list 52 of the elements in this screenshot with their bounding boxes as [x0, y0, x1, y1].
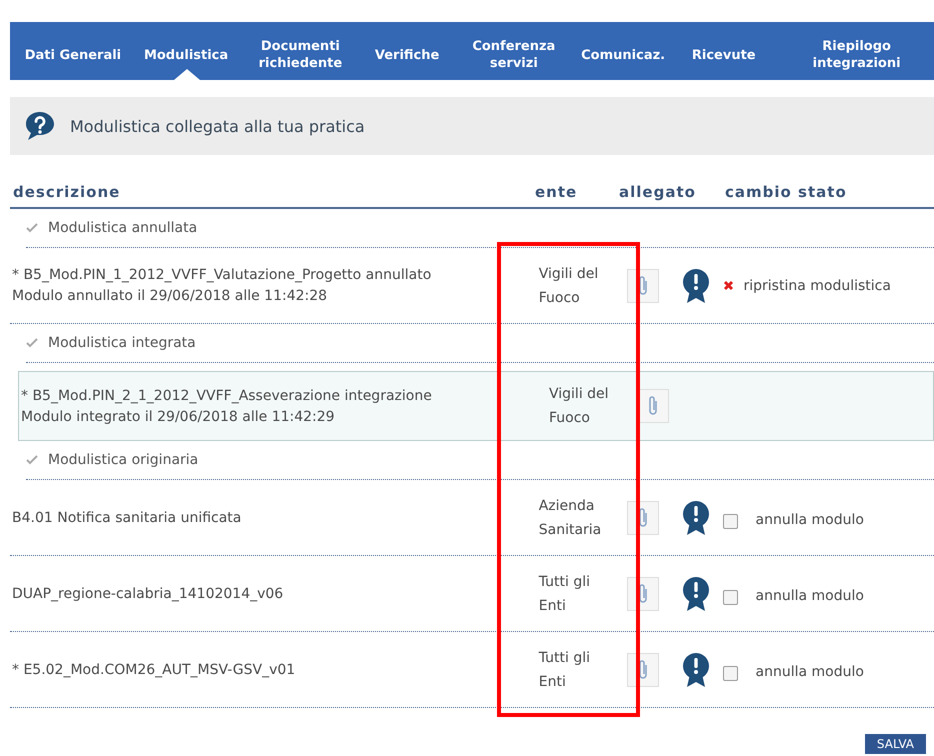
ente-text: Azienda Sanitaria — [538, 496, 602, 540]
tab[interactable]: Dati Generali — [22, 22, 124, 80]
description-text: * B5_Mod.PIN_2_1_2012_VVFF_Asseverazione integrazione — [21, 388, 433, 404]
attachment-button[interactable] — [637, 389, 669, 423]
close-icon[interactable] — [722, 280, 734, 291]
check-icon — [26, 455, 38, 465]
check-icon — [26, 338, 38, 348]
description-text: Modulo integrato il 29/06/2018 alle 11:42:29 — [21, 408, 336, 424]
checkbox-label: annulla modulo — [756, 588, 864, 604]
group-title: Modulistica annullata — [48, 220, 198, 236]
column-header: ente — [534, 183, 578, 201]
ente-text: Vigili del Fuoco — [538, 264, 600, 308]
restore-link[interactable]: ripristina modulistica — [744, 278, 891, 294]
table-row[interactable]: * E5.02_Mod.COM26_AUT_MSV-GSV_v01 Tutti gli Enti annulla modulo — [10, 632, 934, 708]
column-header: allegato — [618, 183, 697, 201]
pointer-icon — [174, 69, 200, 80]
tab[interactable]: Verifiche — [372, 22, 442, 80]
column-header: descrizione — [12, 183, 122, 201]
group-title: Modulistica originaria — [48, 452, 198, 468]
checkbox[interactable] — [722, 666, 738, 681]
table-row[interactable]: DUAP_regione-calabria_14102014_v06 Tutti gli Enti annulla modulo — [10, 556, 934, 632]
table-row[interactable]: * B5_Mod.PIN_2_1_2012_VVFF_Asseverazione integrazione Modulo integrato il 29/06/2018 alle 11:42:29 Vigili del Fuoco — [18, 371, 934, 441]
table-row[interactable]: B4.01 Notifica sanitaria unificata Azienda Sanitaria annulla modulo — [10, 480, 934, 556]
ribbon-icon[interactable] — [680, 576, 711, 612]
ente-text: Vigili del Fuoco — [548, 385, 610, 428]
checkbox-label: annulla modulo — [756, 664, 864, 680]
description-text: * E5.02_Mod.COM26_AUT_MSV-GSV_v01 — [12, 662, 296, 678]
save-button[interactable]: SALVA — [864, 734, 926, 754]
check-icon — [26, 223, 38, 233]
tab[interactable]: Comunicaz. — [578, 22, 668, 80]
description-text: DUAP_regione-calabria_14102014_v06 — [12, 586, 284, 602]
tab[interactable]: Documenti richiedente — [254, 22, 347, 80]
ribbon-icon[interactable] — [680, 268, 711, 304]
paperclip-icon — [646, 395, 660, 417]
checkbox-label: annulla modulo — [756, 512, 864, 528]
ente-text: Tutti gli Enti — [538, 648, 592, 692]
ribbon-icon[interactable] — [680, 500, 711, 536]
info-text: Modulistica collegata alla tua pratica — [70, 116, 365, 136]
description-text: Modulo annullato il 29/06/2018 alle 11:42:28 — [12, 288, 328, 304]
group-title: Modulistica integrata — [48, 335, 196, 351]
ente-text: Tutti gli Enti — [538, 572, 592, 616]
table-row[interactable]: * B5_Mod.PIN_1_2012_VVFF_Valutazione_Progetto annullato Modulo annullato il 29/06/2018 alle 11:42:28 Vigili del Fuoco ripristina modulistica — [10, 248, 934, 324]
checkbox[interactable] — [722, 590, 738, 605]
tab[interactable]: Riepilogo integrazioni — [779, 22, 934, 80]
description-text: B4.01 Notifica sanitaria unificata — [12, 510, 242, 526]
help-icon — [24, 111, 56, 141]
description-text: * B5_Mod.PIN_1_2012_VVFF_Valutazione_Progetto annullato — [12, 267, 432, 283]
ribbon-icon[interactable] — [680, 652, 711, 688]
column-header: cambio stato — [724, 183, 848, 201]
tab[interactable]: Conferenza servizi — [468, 22, 560, 80]
checkbox[interactable] — [722, 514, 738, 529]
tab[interactable]: Ricevute — [686, 22, 762, 80]
